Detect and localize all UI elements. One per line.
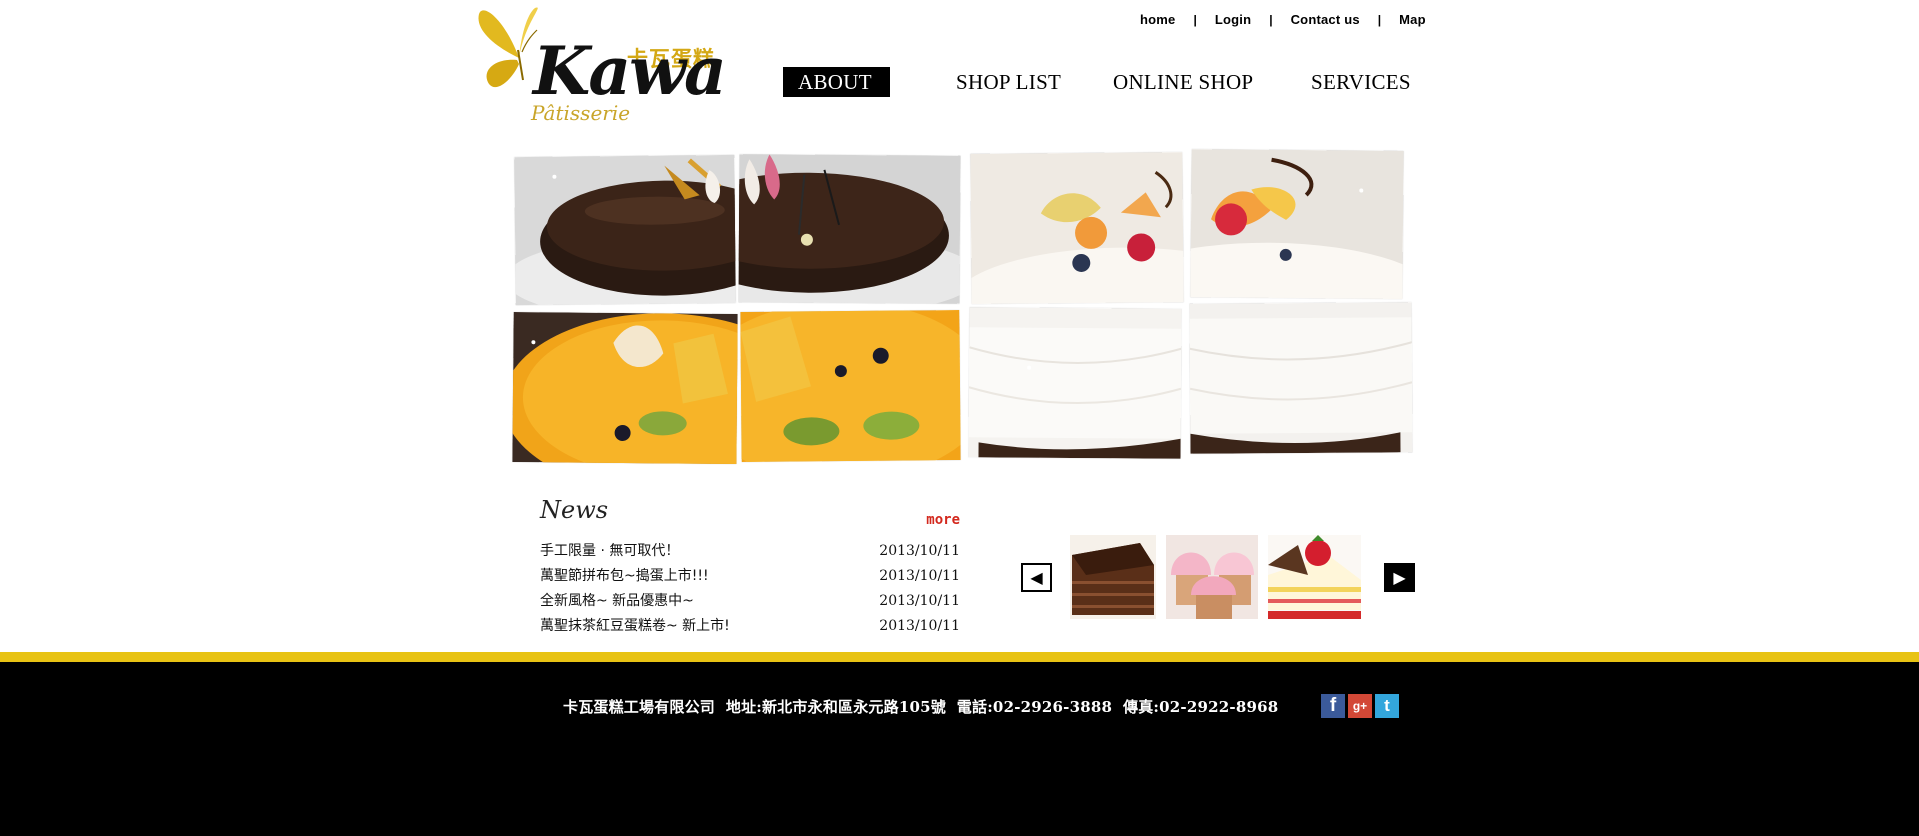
map-link[interactable]: Map [1399,12,1426,27]
nav-online-shop[interactable]: ONLINE SHOP [1113,67,1253,97]
news-item[interactable]: 全新風格~ 新品優惠中~ 2013/10/11 [540,589,960,614]
product-carousel: ◀ ▶ [1020,533,1416,620]
site-footer: 卡瓦蛋糕工場有限公司 地址:新北市永和區永元路105號 電話:02-2926-3… [0,662,1919,836]
separator: | [1377,12,1382,27]
carousel-thumb-chocolate-layer-cake[interactable] [1070,535,1156,619]
nav-services[interactable]: SERVICES [1311,67,1411,97]
news-item-title[interactable]: 手工限量 · 無可取代！ [540,539,679,564]
hero-tile-mango-left [512,312,738,464]
hero-tile-mango-right [740,310,961,462]
carousel-thumb-strawberry-shortcake[interactable] [1268,535,1361,619]
site-header: 卡瓦蛋糕 Kawa Pâtisserie home | Login | Cont… [0,0,1919,140]
news-item-title[interactable]: 萬聖節拼布包~搗蛋上市!!! [540,564,709,589]
hero-tile-chocolate-right [738,154,961,304]
hero-tile-cream-right [1189,302,1413,454]
separator: | [1193,12,1197,27]
hero-tile-fruit-left [970,152,1184,304]
hero-tile-fruit-right [1190,149,1404,299]
news-heading: News [540,496,609,524]
facebook-icon[interactable]: f [1321,694,1345,718]
login-link[interactable]: Login [1215,12,1251,27]
separator: | [1269,12,1273,27]
news-item[interactable]: 手工限量 · 無可取代！ 2013/10/11 [540,539,960,564]
logo-subtitle: Pâtisserie [531,101,631,125]
company-fax: 傳真:02-2922-8968 [1123,698,1279,716]
news-item-date: 2013/10/11 [879,618,960,634]
news-section: News more 手工限量 · 無可取代！ 2013/10/11 萬聖節拼布包… [540,498,960,639]
triangle-left-icon: ◀ [1030,567,1043,587]
hero-cake-mosaic [510,148,1415,468]
news-item-title[interactable]: 萬聖抹茶紅豆蛋糕卷~ 新上市! [540,614,730,639]
hero-tile-chocolate-left [514,154,736,306]
google-plus-icon[interactable]: g+ [1348,694,1372,718]
company-address: 地址:新北市永和區永元路105號 [725,698,946,716]
carousel-prev-button[interactable]: ◀ [1021,563,1052,592]
carousel-next-button[interactable]: ▶ [1384,563,1415,592]
news-list: 手工限量 · 無可取代！ 2013/10/11 萬聖節拼布包~搗蛋上市!!! 2… [540,539,960,639]
twitter-icon[interactable]: t [1375,694,1399,718]
nav-shop-list[interactable]: SHOP LIST [956,67,1061,97]
news-item-date: 2013/10/11 [879,593,960,609]
news-item[interactable]: 萬聖抹茶紅豆蛋糕卷~ 新上市! 2013/10/11 [540,614,960,639]
news-item-title[interactable]: 全新風格~ 新品優惠中~ [540,589,694,614]
nav-about[interactable]: ABOUT [783,67,890,97]
main-navigation: ABOUT SHOP LIST ONLINE SHOP SERVICES [783,67,1413,97]
triangle-right-icon: ▶ [1393,567,1406,587]
home-link[interactable]: home [1140,12,1175,27]
kawa-logo[interactable]: 卡瓦蛋糕 Kawa Pâtisserie [475,0,730,130]
logo-script-text: Kawa [533,32,727,110]
footer-accent-band [0,652,1919,662]
company-phone: 電話:02-2926-3888 [956,698,1113,716]
carousel-thumb-pink-cupcakes[interactable] [1166,535,1258,619]
news-item-date: 2013/10/11 [879,568,960,584]
hero-tile-cream-left [968,307,1182,459]
top-utility-links: home | Login | Contact us | Map [1140,12,1426,27]
social-links: f g+ t [1321,694,1399,718]
company-name: 卡瓦蛋糕工場有限公司 [563,698,716,716]
news-item-date: 2013/10/11 [879,543,960,559]
news-more-link[interactable]: more [926,512,960,528]
company-info: 卡瓦蛋糕工場有限公司 地址:新北市永和區永元路105號 電話:02-2926-3… [563,696,1278,717]
contact-us-link[interactable]: Contact us [1291,12,1360,27]
news-item[interactable]: 萬聖節拼布包~搗蛋上市!!! 2013/10/11 [540,564,960,589]
